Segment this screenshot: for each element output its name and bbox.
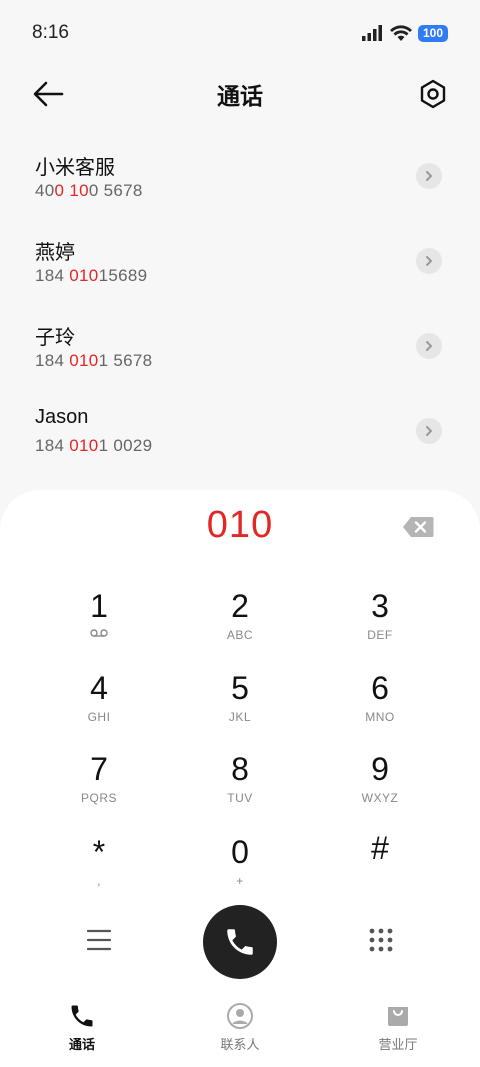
contact-number: 184 0101 5678 — [35, 351, 153, 370]
result-item[interactable]: 燕婷 184 01015689 — [0, 220, 480, 305]
wifi-icon — [389, 24, 412, 41]
dial-key-8[interactable]: 8 TUV — [180, 751, 300, 821]
detail-chevron-icon[interactable] — [416, 333, 442, 359]
tab-label: 营业厅 — [378, 1037, 418, 1052]
menu-icon[interactable] — [86, 927, 112, 953]
dial-key-2[interactable]: 2 ABC — [180, 588, 300, 658]
dialer-panel: 010 1 2 ABC 3 DEF 4 GHI 5 JKL 6 MNO 7 PQ… — [0, 490, 480, 990]
keypad-toggle-icon[interactable] — [368, 927, 394, 953]
dial-key-9[interactable]: 9 WXYZ — [320, 751, 440, 821]
contact-number: 184 01015689 — [35, 266, 148, 285]
call-button[interactable] — [203, 905, 277, 979]
dial-key-5[interactable]: 5 JKL — [180, 670, 300, 740]
detail-chevron-icon[interactable] — [416, 248, 442, 274]
contact-icon — [227, 1003, 253, 1029]
contact-name: 小米客服 — [35, 157, 115, 179]
contact-number: 400 100 5678 — [35, 181, 143, 200]
dial-key-star[interactable]: * , — [39, 834, 159, 904]
contact-name: Jason — [35, 406, 89, 428]
tab-service-hall[interactable]: 营业厅 — [318, 990, 478, 1067]
dial-key-1[interactable]: 1 — [39, 588, 159, 658]
back-arrow-icon[interactable] — [32, 80, 64, 108]
contact-name: 燕婷 — [35, 242, 75, 264]
dial-key-3[interactable]: 3 DEF — [320, 588, 440, 658]
dialer-actions — [0, 905, 480, 985]
contact-number: 184 0101 0029 — [35, 436, 153, 455]
tab-label: 联系人 — [220, 1037, 260, 1052]
phone-icon — [227, 929, 253, 955]
detail-chevron-icon[interactable] — [416, 418, 442, 444]
status-icons: 100 — [361, 24, 448, 42]
result-item[interactable]: 子玲 184 0101 5678 — [0, 305, 480, 390]
signal-icon — [361, 25, 382, 41]
tab-label: 通话 — [68, 1037, 95, 1052]
page-title: 通话 — [217, 83, 263, 109]
backspace-icon[interactable] — [402, 516, 434, 538]
dial-key-hash[interactable]: # — [320, 830, 440, 900]
contact-name: 子玲 — [35, 327, 75, 349]
dial-key-7[interactable]: 7 PQRS — [39, 751, 159, 821]
result-item[interactable]: Jason 184 0101 0029 — [0, 390, 480, 475]
detail-chevron-icon[interactable] — [416, 163, 442, 189]
dial-key-6[interactable]: 6 MNO — [320, 670, 440, 740]
phone-icon — [71, 1005, 93, 1027]
result-item[interactable]: 小米客服 400 100 5678 — [0, 135, 480, 220]
battery-indicator: 100 — [417, 24, 448, 42]
header: 通话 — [0, 66, 480, 122]
shopping-bag-icon — [388, 1007, 408, 1026]
tab-calls[interactable]: 通话 — [2, 990, 162, 1067]
settings-icon[interactable] — [417, 78, 449, 110]
status-bar: 8:16 100 — [0, 0, 480, 66]
search-results-list: 小米客服 400 100 5678 燕婷 184 01015689 子玲 184… — [0, 135, 480, 475]
bottom-tab-bar: 通话 联系人 营业厅 — [0, 990, 480, 1067]
status-time: 8:16 — [32, 22, 69, 43]
voicemail-icon — [90, 629, 108, 637]
dial-key-4[interactable]: 4 GHI — [39, 670, 159, 740]
tab-contacts[interactable]: 联系人 — [160, 990, 320, 1067]
dial-key-0[interactable]: 0 + — [180, 834, 300, 904]
